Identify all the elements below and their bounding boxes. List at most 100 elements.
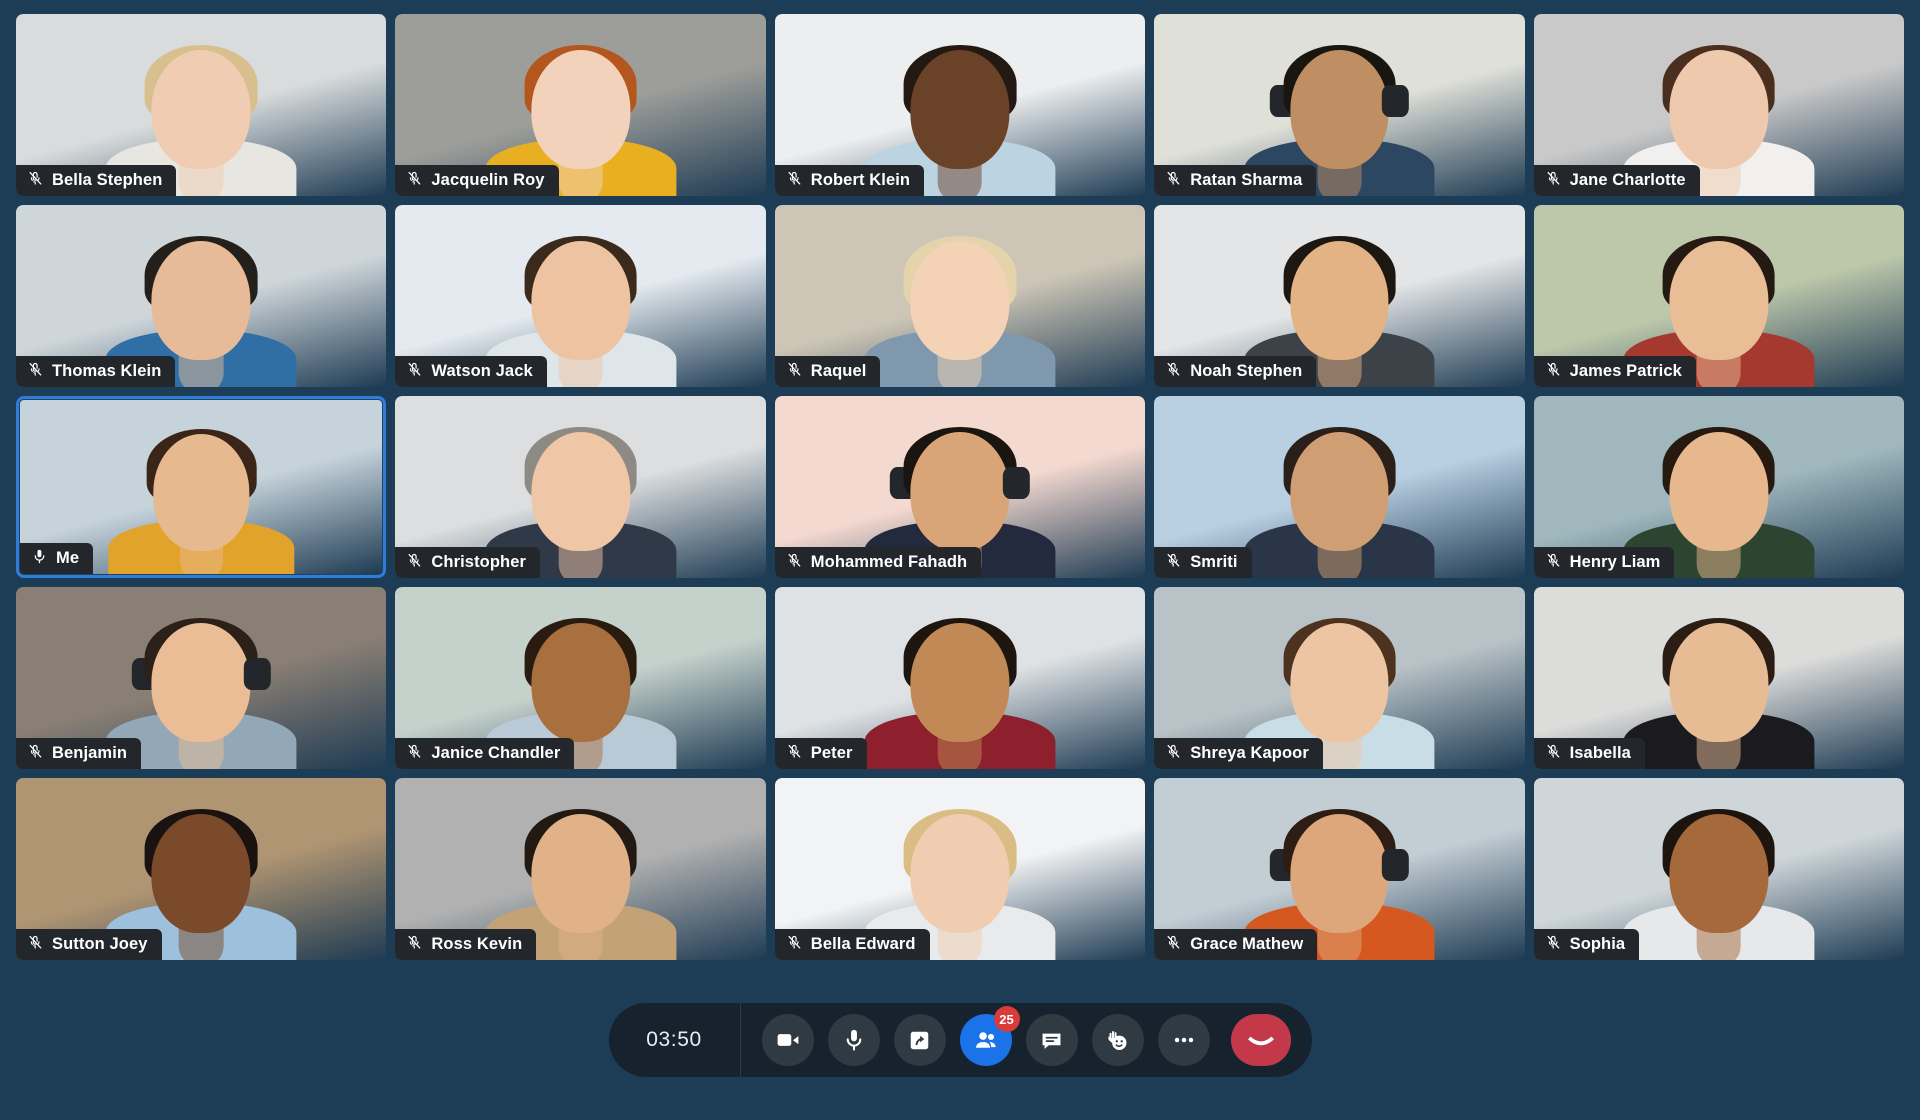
participant-name: Jane Charlotte bbox=[1569, 171, 1686, 189]
participant-nameplate: Janice Chandler bbox=[395, 738, 575, 769]
participant-silhouette bbox=[1243, 425, 1435, 578]
end-call-button[interactable] bbox=[1230, 1014, 1291, 1066]
participant-video-tile[interactable]: Noah Stephen bbox=[1154, 205, 1525, 387]
silhouette-head bbox=[151, 622, 251, 742]
participant-name: Bella Edward bbox=[810, 935, 916, 953]
mic-muted-icon bbox=[1545, 934, 1562, 956]
participant-video-tile[interactable]: Christopher bbox=[395, 396, 766, 578]
participant-video-tile[interactable]: Benjamin bbox=[16, 587, 387, 769]
mic-on-icon bbox=[31, 548, 48, 570]
silhouette-head bbox=[1669, 813, 1769, 933]
mic-muted-icon bbox=[27, 361, 44, 383]
participant-video-tile[interactable]: Sophia bbox=[1533, 778, 1904, 960]
participant-video-tile[interactable]: Shreya Kapoor bbox=[1154, 587, 1525, 769]
reactions-button[interactable] bbox=[1091, 1014, 1144, 1066]
participant-name: Sophia bbox=[1569, 935, 1626, 953]
participant-video-tile[interactable]: Jacquelin Roy bbox=[395, 14, 766, 196]
participant-video-tile[interactable]: Mohammed Fahadh bbox=[774, 396, 1146, 578]
participant-video-tile[interactable]: Jane Charlotte bbox=[1533, 14, 1904, 196]
mic-muted-icon bbox=[786, 170, 803, 192]
mic-muted-icon bbox=[1545, 170, 1562, 192]
control-buttons: 25 bbox=[755, 1006, 1298, 1066]
silhouette-head bbox=[1289, 431, 1389, 551]
participant-name: Ross Kevin bbox=[431, 935, 523, 953]
silhouette-head bbox=[531, 813, 630, 933]
participant-video-tile[interactable]: James Patrick bbox=[1533, 205, 1904, 387]
mic-muted-icon bbox=[406, 743, 423, 765]
silhouette-head bbox=[1289, 49, 1389, 169]
mic-muted-icon bbox=[27, 170, 44, 192]
camera-button[interactable] bbox=[761, 1014, 814, 1066]
silhouette-head bbox=[152, 433, 250, 551]
participant-video-tile[interactable]: Raquel bbox=[774, 205, 1146, 387]
participant-name: Henry Liam bbox=[1569, 553, 1661, 571]
mic-muted-icon bbox=[1545, 552, 1562, 574]
meeting-control-bar: 03:50 25 bbox=[608, 1003, 1312, 1077]
participant-nameplate: Henry Liam bbox=[1533, 547, 1675, 578]
participant-video-tile[interactable]: Ross Kevin bbox=[395, 778, 766, 960]
share-screen-button[interactable] bbox=[893, 1014, 946, 1066]
mic-muted-icon bbox=[406, 170, 423, 192]
participant-video-tile[interactable]: Henry Liam bbox=[1533, 396, 1904, 578]
mic-muted-icon bbox=[786, 743, 803, 765]
silhouette-head bbox=[1289, 622, 1389, 742]
participant-nameplate: Christopher bbox=[395, 547, 540, 578]
participant-nameplate: Jacquelin Roy bbox=[395, 165, 559, 196]
participant-silhouette bbox=[107, 428, 295, 574]
participant-video-tile[interactable]: Peter bbox=[774, 587, 1146, 769]
microphone-icon bbox=[841, 1027, 867, 1053]
participants-button[interactable]: 25 bbox=[959, 1006, 1020, 1066]
silhouette-head bbox=[531, 49, 630, 169]
silhouette-head bbox=[910, 813, 1010, 933]
participant-nameplate: Benjamin bbox=[16, 738, 142, 769]
participant-nameplate: Isabella bbox=[1533, 738, 1645, 769]
share-screen-icon bbox=[907, 1028, 932, 1053]
participant-name: Shreya Kapoor bbox=[1190, 744, 1309, 762]
participant-name: Mohammed Fahadh bbox=[810, 553, 968, 571]
participant-nameplate: James Patrick bbox=[1533, 356, 1696, 387]
participant-video-tile[interactable]: Bella Edward bbox=[774, 778, 1146, 960]
participant-video-tile[interactable]: Robert Klein bbox=[774, 14, 1146, 196]
silhouette-head bbox=[1669, 622, 1769, 742]
participant-name: Me bbox=[56, 549, 80, 567]
participant-nameplate: Sutton Joey bbox=[16, 929, 162, 960]
raise-hand-emoji-icon bbox=[1105, 1027, 1131, 1053]
participant-video-tile[interactable]: Isabella bbox=[1533, 587, 1904, 769]
participant-video-tile[interactable]: Smriti bbox=[1154, 396, 1525, 578]
chat-bubble-icon bbox=[1039, 1028, 1064, 1053]
chat-button[interactable] bbox=[1025, 1014, 1078, 1066]
participants-count-badge: 25 bbox=[993, 1006, 1020, 1032]
participant-video-tile[interactable]: Janice Chandler bbox=[395, 587, 766, 769]
participant-nameplate: Noah Stephen bbox=[1154, 356, 1317, 387]
participant-silhouette bbox=[1623, 807, 1815, 960]
microphone-button[interactable] bbox=[827, 1014, 880, 1066]
participant-video-tile[interactable]: Watson Jack bbox=[395, 205, 766, 387]
participant-video-tile[interactable]: Thomas Klein bbox=[16, 205, 387, 387]
participant-video-tile[interactable]: Grace Mathew bbox=[1154, 778, 1525, 960]
mic-muted-icon bbox=[786, 552, 803, 574]
silhouette-head bbox=[1669, 431, 1769, 551]
participant-video-tile[interactable]: Sutton Joey bbox=[16, 778, 387, 960]
participant-name: Thomas Klein bbox=[52, 362, 162, 380]
silhouette-head bbox=[531, 622, 630, 742]
participant-name: Jacquelin Roy bbox=[431, 171, 545, 189]
participant-name: Christopher bbox=[431, 553, 526, 571]
participant-name: Watson Jack bbox=[431, 362, 533, 380]
mic-muted-icon bbox=[1545, 361, 1562, 383]
participant-nameplate: Me bbox=[20, 543, 94, 574]
participant-video-tile[interactable]: Bella Stephen bbox=[16, 14, 387, 196]
participant-nameplate: Ratan Sharma bbox=[1154, 165, 1317, 196]
participant-name: Peter bbox=[810, 744, 853, 762]
mic-muted-icon bbox=[406, 552, 423, 574]
participants-icon bbox=[973, 1027, 999, 1053]
participant-nameplate: Raquel bbox=[774, 356, 881, 387]
mic-muted-icon bbox=[1165, 934, 1182, 956]
mic-muted-icon bbox=[27, 743, 44, 765]
mic-muted-icon bbox=[786, 361, 803, 383]
self-video-tile[interactable]: Me bbox=[16, 396, 387, 578]
more-button[interactable] bbox=[1157, 1014, 1210, 1066]
participant-nameplate: Sophia bbox=[1533, 929, 1640, 960]
participant-video-tile[interactable]: Ratan Sharma bbox=[1154, 14, 1525, 196]
silhouette-head bbox=[1669, 240, 1769, 360]
silhouette-head bbox=[531, 431, 630, 551]
